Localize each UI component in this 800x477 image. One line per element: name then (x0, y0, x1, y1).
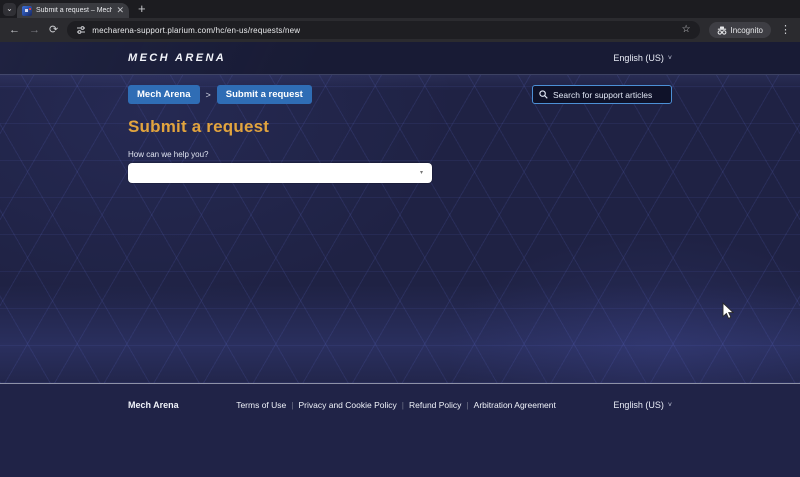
footer-links: Terms of Use | Privacy and Cookie Policy… (236, 400, 556, 410)
reload-button[interactable]: ⟳ (49, 25, 58, 36)
support-search-box[interactable] (532, 85, 672, 104)
url-text: mecharena-support.plarium.com/hc/en-us/r… (92, 26, 675, 35)
footer-separator: | (466, 400, 468, 410)
forward-button[interactable]: → (29, 25, 40, 36)
footer-link-terms[interactable]: Terms of Use (236, 400, 286, 410)
address-bar[interactable]: mecharena-support.plarium.com/hc/en-us/r… (67, 21, 699, 39)
breadcrumb-current-link[interactable]: Submit a request (217, 85, 312, 104)
back-button[interactable]: ← (9, 25, 20, 36)
new-tab-button[interactable]: + (138, 2, 146, 15)
browser-menu-icon[interactable]: ⋮ (780, 25, 791, 36)
browser-toolbar: ← → ⟳ mecharena-support.plarium.com/hc/e… (0, 18, 800, 42)
incognito-label: Incognito (731, 26, 763, 35)
mech-arena-favicon (22, 6, 32, 16)
page-content: MECH ARENA English (US) ˅ Mech Arena > S… (0, 42, 800, 477)
page-title: Submit a request (128, 117, 672, 137)
incognito-icon (717, 26, 727, 35)
search-icon (539, 90, 548, 99)
breadcrumb: Mech Arena > Submit a request (128, 75, 672, 104)
tab-search-button[interactable]: ⌄ (3, 3, 16, 16)
help-topic-select[interactable]: ▾ (128, 163, 432, 183)
main-content: Mech Arena > Submit a request Submit a r… (0, 75, 800, 383)
footer-brand: Mech Arena (128, 400, 179, 410)
language-label: English (US) (613, 53, 664, 63)
footer-link-privacy[interactable]: Privacy and Cookie Policy (299, 400, 397, 410)
footer-link-refund[interactable]: Refund Policy (409, 400, 461, 410)
bookmark-star-icon[interactable]: ☆ (682, 25, 691, 35)
tab-title: Submit a request – Mech Arena (36, 7, 112, 14)
breadcrumb-home-link[interactable]: Mech Arena (128, 85, 200, 104)
incognito-badge: Incognito (709, 22, 771, 38)
chevron-down-icon: ▾ (420, 170, 423, 176)
breadcrumb-separator: > (206, 90, 211, 100)
tab-strip: ⌄ Submit a request – Mech Arena ✕ + (0, 0, 800, 18)
support-search-input[interactable] (553, 90, 665, 100)
footer-separator: | (291, 400, 293, 410)
help-topic-label: How can we help you? (128, 150, 672, 159)
browser-window: ⌄ Submit a request – Mech Arena ✕ + ← → … (0, 0, 800, 477)
browser-tab[interactable]: Submit a request – Mech Arena ✕ (17, 3, 129, 18)
language-label: English (US) (613, 400, 664, 410)
footer-link-arbitration[interactable]: Arbitration Agreement (474, 400, 556, 410)
tab-close-icon[interactable]: ✕ (116, 6, 124, 15)
site-info-icon[interactable] (76, 25, 86, 35)
site-footer: Mech Arena Terms of Use | Privacy and Co… (0, 383, 800, 477)
chevron-down-icon: ⌄ (6, 4, 13, 13)
chevron-down-icon: ˅ (668, 402, 672, 409)
footer-language-selector[interactable]: English (US) ˅ (613, 400, 672, 410)
header-language-selector[interactable]: English (US) ˅ (613, 53, 672, 63)
chevron-down-icon: ˅ (668, 55, 672, 62)
mech-arena-logo[interactable]: MECH ARENA (128, 52, 226, 64)
site-header: MECH ARENA English (US) ˅ (0, 42, 800, 75)
footer-separator: | (402, 400, 404, 410)
